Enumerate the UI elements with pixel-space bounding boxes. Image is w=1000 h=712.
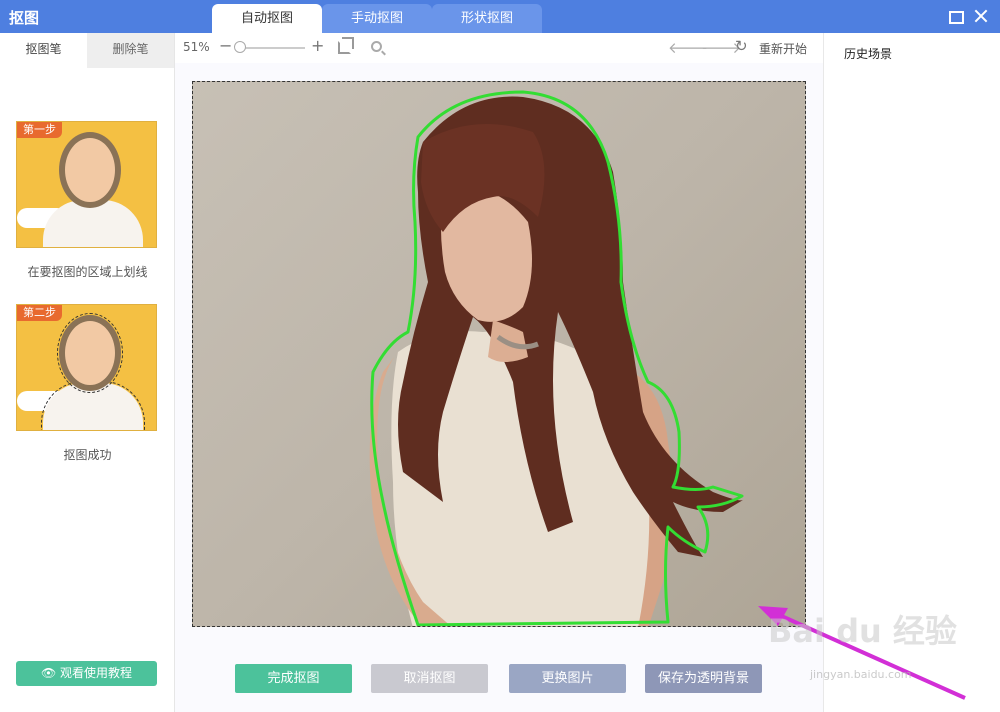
title-bar: 抠图 自动抠图 手动抠图 形状抠图: [0, 0, 1000, 33]
finish-cutout-button[interactable]: 完成抠图: [235, 664, 352, 693]
history-scenes-title: 历史场景: [844, 47, 893, 61]
zoom-slider-handle[interactable]: [234, 41, 247, 53]
zoom-slider-track[interactable]: [237, 47, 305, 49]
tab-auto-cutout[interactable]: 自动抠图: [212, 4, 322, 33]
cancel-cutout-button[interactable]: 取消抠图: [371, 664, 488, 693]
step-two-thumbnail: 第二步: [16, 304, 157, 431]
restart-button[interactable]: 重新开始: [759, 40, 807, 57]
eye-icon: 👁: [40, 666, 57, 680]
tab-shape-cutout[interactable]: 形状抠图: [432, 4, 542, 33]
zoom-out-button[interactable]: −: [219, 36, 232, 55]
zoom-fit-icon[interactable]: [371, 41, 382, 52]
step-one-tag: 第一步: [17, 122, 62, 138]
crop-icon[interactable]: [338, 37, 354, 54]
tutorial-label: 观看使用教程: [60, 666, 133, 680]
step-two-caption: 抠图成功: [63, 448, 112, 462]
baby-face: [57, 313, 123, 393]
refresh-icon[interactable]: ↻: [735, 37, 748, 55]
step-two-tag: 第二步: [17, 305, 62, 321]
step-one-thumbnail: 第一步: [16, 121, 157, 248]
change-image-button[interactable]: 更换图片: [509, 664, 626, 693]
canvas-area: 完成抠图 取消抠图 更换图片 保存为透明背景: [175, 63, 823, 712]
watermark-text: Bai du 经验: [768, 612, 957, 650]
tab-manual-cutout[interactable]: 手动抠图: [322, 4, 432, 33]
baby-face: [59, 132, 121, 208]
app-title: 抠图: [9, 9, 40, 27]
watch-tutorial-button[interactable]: 👁 观看使用教程: [16, 661, 157, 686]
tab-erase-pen[interactable]: 删除笔: [87, 33, 174, 68]
photo-illustration: [369, 90, 744, 626]
left-panel: 抠图笔 删除笔 第一步 在要抠图的区域上划线 第二步 抠图成功 👁 观看使用教程: [0, 33, 175, 712]
toolbar: 51% − + 🡐 🡒 ↻ 重新开始: [175, 33, 823, 63]
watermark-url: jingyan.baidu.com: [810, 668, 912, 681]
baidu-watermark: Bai du 经验 jingyan.baidu.com: [760, 602, 980, 692]
tab-cutout-pen[interactable]: 抠图笔: [0, 33, 87, 68]
maximize-icon[interactable]: [947, 8, 964, 24]
close-icon[interactable]: [973, 8, 989, 24]
zoom-in-button[interactable]: +: [311, 36, 324, 55]
step-one-caption: 在要抠图的区域上划线: [27, 265, 148, 279]
image-canvas[interactable]: [192, 81, 806, 627]
zoom-value: 51%: [183, 40, 210, 54]
